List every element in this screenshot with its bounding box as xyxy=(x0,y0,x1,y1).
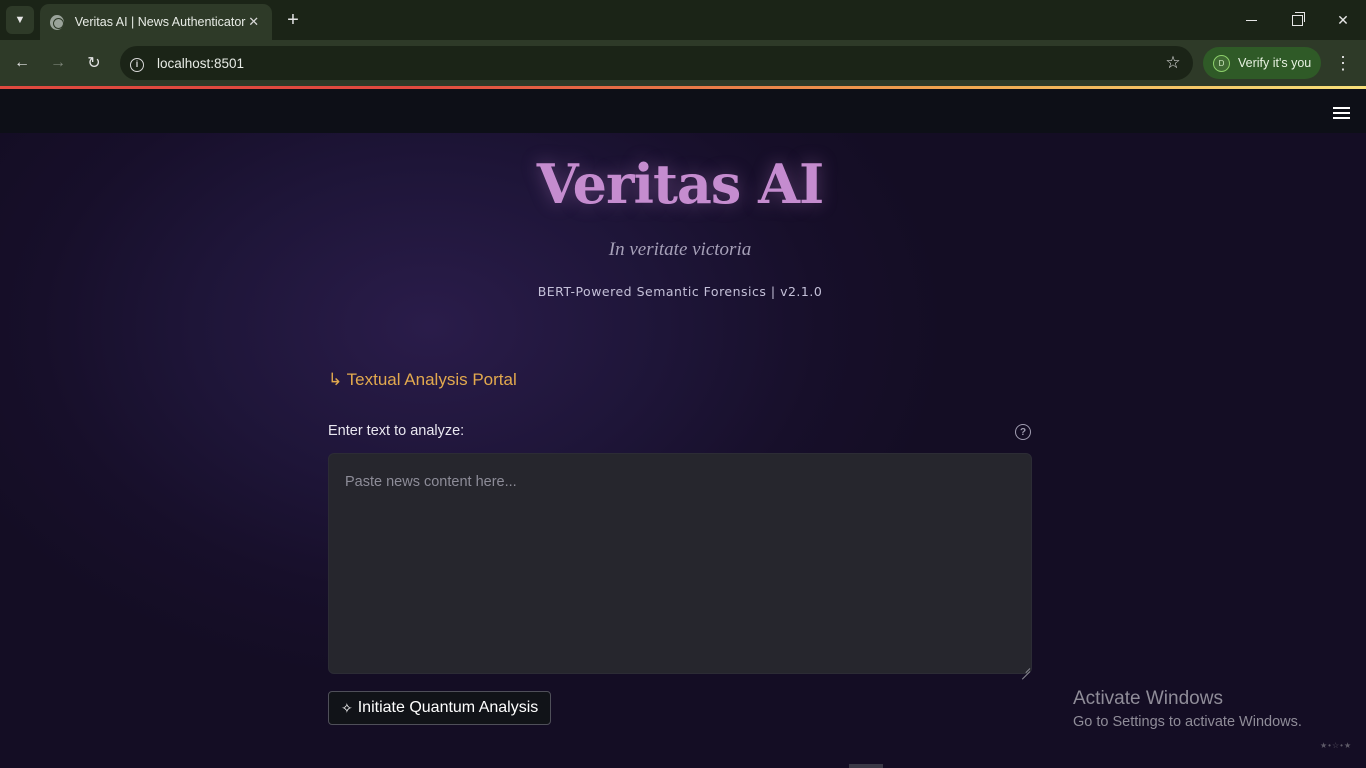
browser-tab-bar: ▼ Veritas AI | News Authenticator ✕ + ✕ xyxy=(0,0,1366,40)
tab-title: Veritas AI | News Authenticator xyxy=(74,15,246,29)
info-icon: i xyxy=(130,57,144,72)
version-line: BERT-Powered Semantic Forensics | v2.1.0 xyxy=(537,284,823,299)
page-motto: In veritate victoria xyxy=(608,239,752,260)
url-text[interactable]: localhost:8501 xyxy=(154,56,1153,71)
restore-icon xyxy=(1291,11,1305,26)
minimize-button[interactable] xyxy=(1228,0,1274,40)
verify-label: Verify it's you xyxy=(1238,56,1312,70)
browser-toolbar: ← → ↻ i localhost:8501 ☆ D Verify it's y… xyxy=(0,40,1366,86)
bookmark-star-icon[interactable]: ☆ xyxy=(1153,53,1193,73)
globe-icon xyxy=(50,14,64,30)
watermark-subtitle: Go to Settings to activate Windows. xyxy=(1073,714,1302,730)
scroll-indicator xyxy=(849,764,883,768)
sparkle-icon: ✧ xyxy=(341,699,353,716)
back-button[interactable]: ← xyxy=(8,49,36,77)
reload-icon: ↻ xyxy=(87,55,101,72)
page-title: Veritas AI xyxy=(536,152,825,216)
minimize-icon xyxy=(1245,19,1257,21)
section-title: ↳ Textual Analysis Portal xyxy=(328,370,517,389)
more-vert-icon: ⋮ xyxy=(1334,52,1352,73)
window-close-button[interactable]: ✕ xyxy=(1320,0,1366,40)
decorative-stars-icon: ★•☆•★ xyxy=(1320,741,1353,750)
site-info-button[interactable]: i xyxy=(120,55,154,72)
arrow-left-icon: ← xyxy=(14,54,30,71)
reload-button[interactable]: ↻ xyxy=(80,49,108,77)
app-header xyxy=(0,89,1366,133)
resize-handle-icon[interactable] xyxy=(1021,663,1030,672)
hamburger-menu-icon[interactable] xyxy=(1333,107,1350,121)
analyze-button[interactable]: ✧ Initiate Quantum Analysis xyxy=(328,691,552,725)
chevron-down-icon: ▼ xyxy=(14,14,26,26)
arrow-right-icon: → xyxy=(50,54,66,71)
browser-menu-button[interactable]: ⋮ xyxy=(1331,49,1355,77)
watermark-title: Activate Windows xyxy=(1073,688,1223,709)
help-icon[interactable]: ? xyxy=(1015,424,1031,440)
windows-activation-watermark: Activate Windows Go to Settings to activ… xyxy=(1073,688,1302,730)
analyze-button-label: Initiate Quantum Analysis xyxy=(357,699,539,716)
input-label: Enter text to analyze: xyxy=(328,423,465,439)
address-bar[interactable]: i localhost:8501 ☆ xyxy=(120,46,1193,80)
browser-tab-active[interactable]: Veritas AI | News Authenticator ✕ xyxy=(40,4,272,40)
close-icon[interactable]: ✕ xyxy=(245,14,262,30)
news-text-input[interactable] xyxy=(328,453,1032,674)
forward-button[interactable]: → xyxy=(44,49,72,77)
verify-profile-button[interactable]: D Verify it's you xyxy=(1203,47,1321,79)
new-tab-button[interactable]: + xyxy=(280,7,306,33)
avatar: D xyxy=(1213,54,1230,72)
tab-search-button[interactable]: ▼ xyxy=(6,6,34,34)
close-icon: ✕ xyxy=(1337,11,1349,28)
restore-button[interactable] xyxy=(1274,0,1320,40)
app-viewport: Veritas AI In veritate victoria BERT-Pow… xyxy=(0,86,1366,768)
